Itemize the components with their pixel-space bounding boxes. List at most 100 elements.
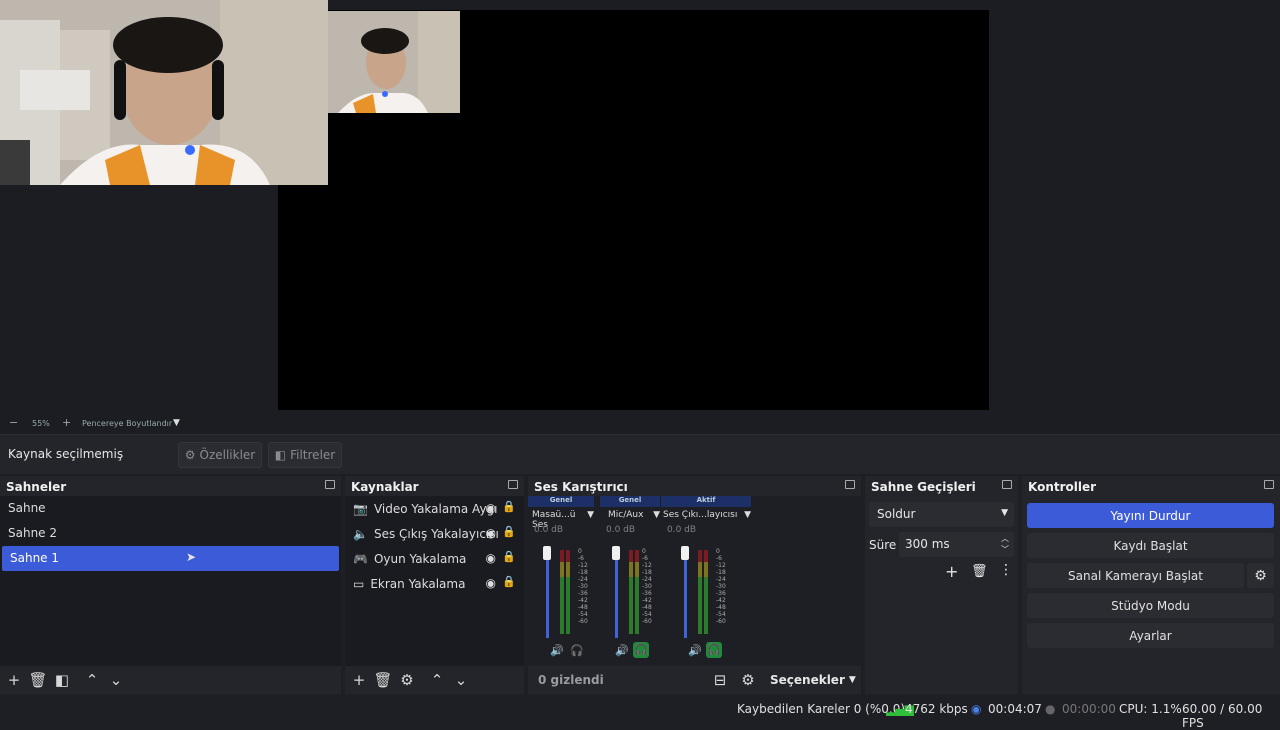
sources-dock: Kaynaklar 📷 Video Yakalama Aygı ◉ 🔒 🔈 Ses Çı… — [345, 476, 524, 694]
filters-button[interactable]: ◧ Filtreler — [268, 442, 342, 468]
trash-icon[interactable]: 🗑 — [26, 671, 50, 689]
meter-scale: 0 -6 -12 -18 -24 -30 -36 -42 -48 -54 -60 — [642, 548, 652, 625]
speaker-icon[interactable]: 🔊 — [688, 644, 702, 657]
bitrate: 4762 kbps — [905, 702, 968, 716]
add-source-icon[interactable]: + — [347, 671, 371, 689]
dropped-frames: Kaybedilen Kareler 0 (%0.0) — [737, 702, 906, 716]
eye-icon[interactable]: ◉ — [486, 501, 496, 515]
move-up-icon[interactable]: ⌃ — [425, 671, 449, 689]
trash-icon[interactable]: 🗑 — [371, 671, 395, 689]
add-transition-icon[interactable]: + — [945, 562, 958, 581]
controls-dock: Kontroller Yayını Durdur Kaydı Başlat Sa… — [1022, 476, 1280, 694]
speaker-icon[interactable]: 🔊 — [550, 644, 564, 657]
fps: 60.00 / 60.00 FPS — [1182, 702, 1263, 730]
studio-mode-button[interactable]: Stüdyo Modu — [1027, 593, 1274, 618]
gear-icon: ⚙ — [184, 448, 196, 462]
stop-stream-button[interactable]: Yayını Durdur — [1027, 503, 1274, 528]
move-down-icon[interactable]: ⌄ — [449, 671, 473, 689]
scene-item[interactable]: Sahne 2 — [0, 521, 341, 546]
scenes-dock: Sahneler Sahne Sahne 2 Sahne 1 ➤ + 🗑 ◧ ⌃… — [0, 476, 341, 694]
zoom-in-button[interactable]: + — [62, 416, 71, 429]
source-item[interactable]: ▭ Ekran Yakalama ◉ 🔒 — [345, 571, 524, 596]
undock-icon[interactable] — [508, 480, 518, 489]
volume-fader[interactable] — [684, 550, 687, 638]
monitor-icon: ▭ — [353, 576, 365, 591]
fit-to-window-label[interactable]: Pencereye Boyutlandır — [82, 419, 172, 428]
scene-item[interactable]: Sahne — [0, 496, 341, 521]
source-item[interactable]: 🎮 Oyun Yakalama ◉ 🔒 — [345, 546, 524, 571]
channel-name: Masaü...ü Ses — [532, 510, 576, 530]
settings-button[interactable]: Ayarlar — [1027, 623, 1274, 648]
trash-icon[interactable]: 🗑 — [971, 564, 988, 579]
webcam-source-large[interactable] — [0, 0, 328, 185]
zoom-level: 55% — [32, 419, 50, 428]
advanced-audio-icon[interactable]: ⚙ — [736, 671, 760, 689]
start-recording-button[interactable]: Kaydı Başlat — [1027, 533, 1274, 558]
headphones-icon[interactable]: 🎧 — [633, 642, 649, 658]
volume-fader[interactable] — [546, 550, 549, 638]
start-virtual-camera-button[interactable]: Sanal Kamerayı Başlat — [1027, 563, 1244, 588]
duration-input[interactable]: 300 ms ︿ ﹀ — [899, 532, 1014, 557]
volume-meter — [560, 550, 564, 634]
move-up-icon[interactable]: ⌃ — [80, 671, 104, 689]
move-down-icon[interactable]: ⌄ — [104, 671, 128, 689]
fader-knob[interactable] — [612, 546, 620, 560]
add-scene-icon[interactable]: + — [2, 671, 26, 689]
transitions-title: Sahne Geçişleri — [871, 480, 976, 494]
fader-knob[interactable] — [681, 546, 689, 560]
headphones-icon[interactable]: 🎧 — [570, 644, 584, 657]
controls-title: Kontroller — [1028, 480, 1097, 494]
webcam-source-small[interactable] — [328, 11, 460, 113]
record-time: 00:00:00 — [1062, 702, 1116, 716]
undock-icon[interactable] — [325, 480, 335, 489]
source-item[interactable]: 📷 Video Yakalama Aygı ◉ 🔒 — [345, 496, 524, 521]
scene-filters-icon[interactable]: ◧ — [50, 671, 74, 689]
chevron-down-icon[interactable]: ▼ — [173, 418, 180, 428]
headphones-icon[interactable]: 🎧 — [706, 642, 722, 658]
source-item[interactable]: 🔈 Ses Çıkış Yakalayıcısı ◉ 🔒 — [345, 521, 524, 546]
channel-db: 0.0 dB — [667, 525, 697, 535]
stepper-icon[interactable]: ︿ ﹀ — [1001, 533, 1009, 555]
options-button[interactable]: Seçenekler — [770, 673, 845, 687]
status-bar: Kaybedilen Kareler 0 (%0.0) ▂▄▆ 4762 kbp… — [0, 698, 1280, 730]
sources-title: Kaynaklar — [351, 480, 419, 494]
chevron-down-icon[interactable]: ▼ — [849, 675, 856, 685]
lock-icon[interactable]: 🔒 — [502, 525, 516, 538]
properties-button[interactable]: ⚙ Özellikler — [178, 442, 262, 468]
eye-icon[interactable]: ◉ — [486, 576, 496, 590]
fader-knob[interactable] — [543, 546, 551, 560]
chevron-down-icon[interactable]: ▼ — [653, 510, 660, 523]
speaker-icon[interactable]: 🔊 — [615, 644, 629, 657]
undock-icon[interactable] — [845, 480, 855, 489]
transition-select[interactable]: Soldur ▼ — [869, 502, 1014, 527]
cpu-usage: CPU: 1.1% — [1119, 702, 1182, 716]
stream-icon: ◉ — [971, 702, 982, 716]
undock-icon[interactable] — [1264, 480, 1274, 489]
volume-meter — [635, 550, 639, 634]
channel-db: 0.0 dB — [606, 525, 636, 535]
layout-toggle-icon[interactable]: ⊟ — [708, 671, 732, 689]
zoom-out-button[interactable]: − — [9, 416, 18, 429]
lock-icon[interactable]: 🔒 — [502, 550, 516, 563]
channel-tag: Genel — [528, 496, 594, 507]
hidden-count-label: 0 gizlendi — [538, 673, 604, 687]
eye-icon[interactable]: ◉ — [486, 526, 496, 540]
lock-icon[interactable]: 🔒 — [502, 500, 516, 513]
channel-tag: Aktif — [661, 496, 751, 507]
scene-item-selected[interactable]: Sahne 1 — [2, 546, 339, 571]
volume-meter — [629, 550, 633, 634]
volume-meter — [566, 550, 570, 634]
lock-icon[interactable]: 🔒 — [502, 575, 516, 588]
more-options-icon[interactable]: ⋮ — [999, 562, 1013, 578]
scenes-list: Sahne Sahne 2 Sahne 1 ➤ — [0, 496, 341, 666]
undock-icon[interactable] — [1002, 480, 1012, 489]
gear-icon[interactable]: ⚙ — [395, 671, 419, 689]
eye-icon[interactable]: ◉ — [486, 551, 496, 565]
chevron-down-icon: ▼ — [1001, 508, 1008, 518]
channel-tag: Genel — [600, 496, 660, 507]
gear-icon[interactable]: ⚙ — [1247, 563, 1274, 588]
stream-time: 00:04:07 — [988, 702, 1042, 716]
chevron-down-icon[interactable]: ▼ — [587, 510, 594, 523]
chevron-down-icon[interactable]: ▼ — [744, 510, 751, 523]
volume-fader[interactable] — [615, 550, 618, 638]
